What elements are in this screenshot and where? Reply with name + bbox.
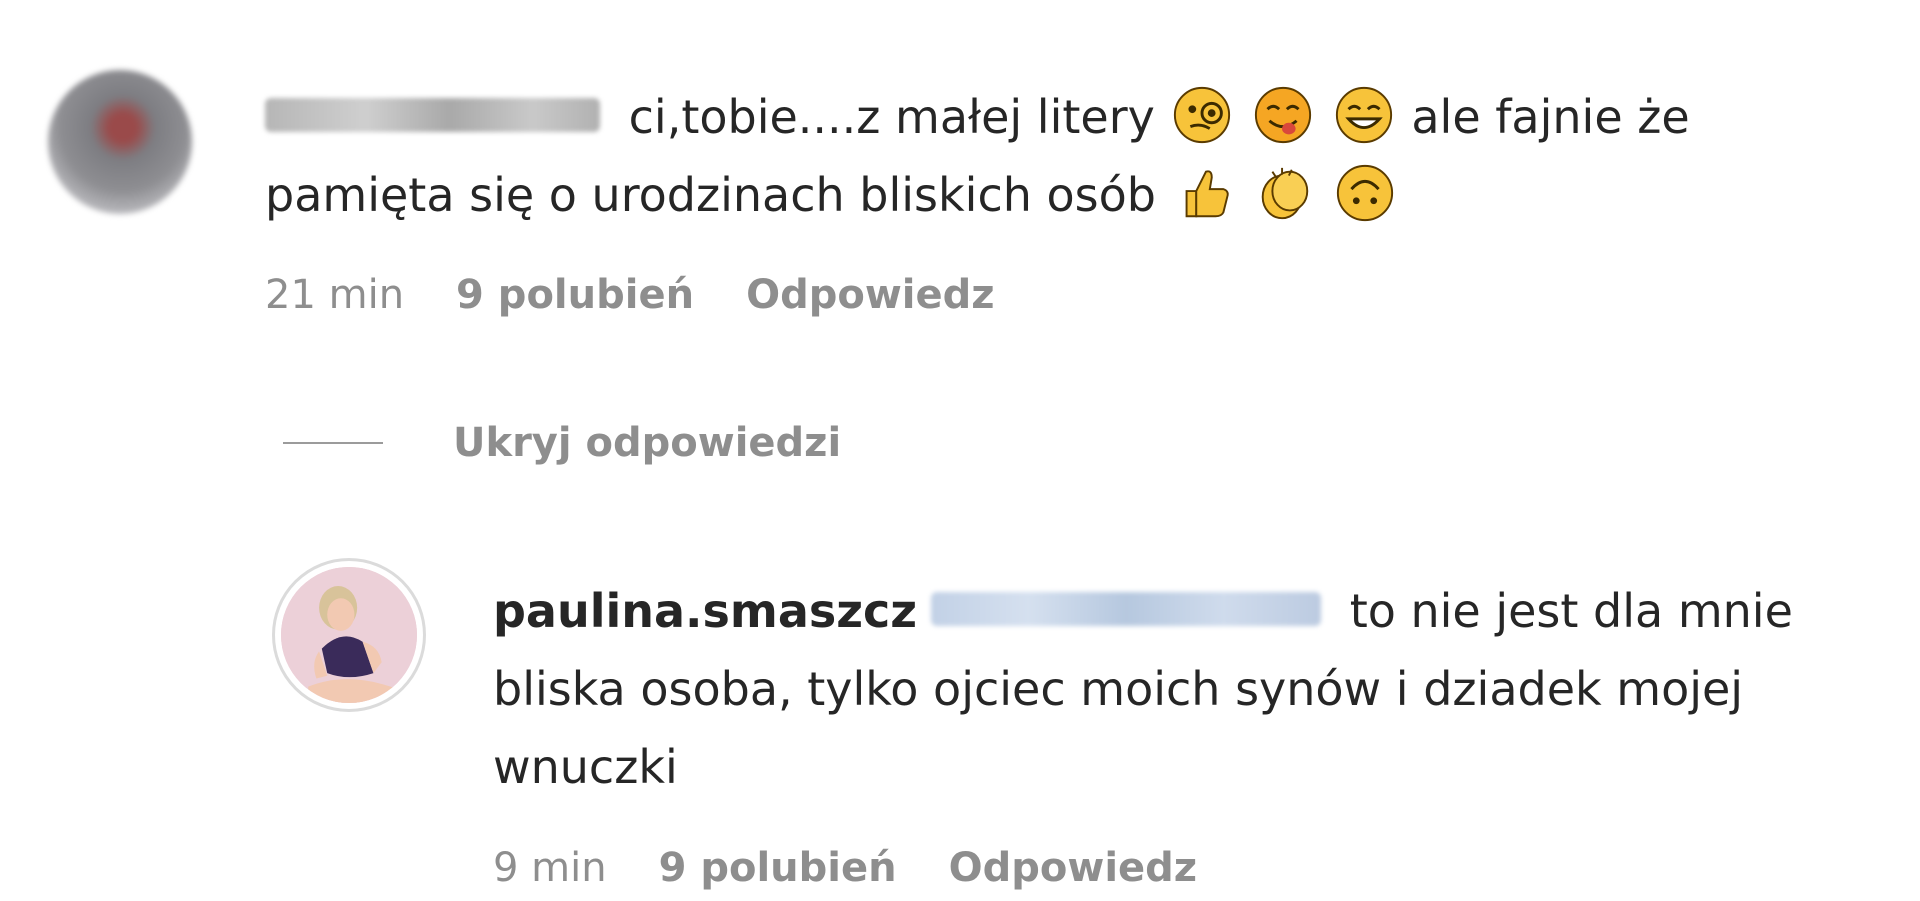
- commenter-avatar[interactable]: [48, 70, 192, 214]
- comment-body: ci,tobie....z małej litery ale fajnie że…: [265, 78, 1845, 234]
- hide-replies-label: Ukryj odpowiedzi: [453, 420, 842, 466]
- comments-panel: ci,tobie....z małej litery ale fajnie że…: [0, 0, 1920, 901]
- reply-username[interactable]: paulina.smaszcz: [493, 584, 917, 638]
- reply-likes[interactable]: 9 polubień: [659, 845, 897, 891]
- comment-time[interactable]: 21 min: [265, 272, 404, 318]
- comment-text-part1: ci,tobie....z małej litery: [628, 90, 1155, 144]
- upside-down-face-emoji: [1334, 162, 1396, 224]
- reply-reply-button[interactable]: Odpowiedz: [949, 845, 1197, 891]
- grinning-face-emoji: [1333, 84, 1395, 146]
- reply-body: paulina.smaszcz to nie jest dla mnie bli…: [493, 572, 1903, 806]
- redacted-mention[interactable]: [931, 591, 1322, 626]
- reply-meta: 9 min 9 polubień Odpowiedz: [493, 845, 1249, 891]
- redacted-username[interactable]: [265, 97, 600, 132]
- comment-meta: 21 min 9 polubień Odpowiedz: [265, 272, 1047, 318]
- comment-likes[interactable]: 9 polubień: [456, 272, 694, 318]
- reply-button[interactable]: Odpowiedz: [746, 272, 994, 318]
- monocle-face-emoji: [1171, 84, 1233, 146]
- replies-divider-line: [283, 442, 383, 444]
- reply-time[interactable]: 9 min: [493, 845, 607, 891]
- clapping-hands-emoji: [1253, 162, 1315, 224]
- thumbs-up-emoji: [1173, 162, 1235, 224]
- reply-author-avatar[interactable]: [272, 558, 426, 712]
- profile-photo-icon: [281, 567, 417, 703]
- hide-replies-button[interactable]: Ukryj odpowiedzi: [283, 420, 841, 466]
- yum-face-emoji: [1252, 84, 1314, 146]
